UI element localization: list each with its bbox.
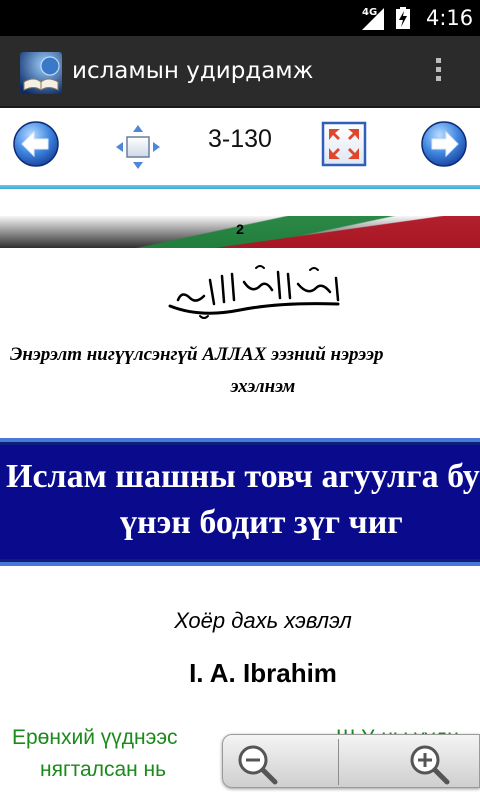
author-name: I. A. Ibrahim [189, 658, 337, 688]
zoom-controls [222, 734, 480, 788]
toolbar-divider [0, 185, 480, 189]
clock: 4:16 [426, 6, 474, 30]
fullscreen-icon[interactable] [320, 120, 368, 168]
zoom-in-button[interactable] [343, 738, 475, 786]
book-title-banner: Ислам шашны товч агуулга буюу үнэн бодит… [0, 438, 480, 566]
overflow-menu-icon[interactable] [430, 54, 446, 90]
left-column-line1: Ерөнхий үүднээс [12, 726, 178, 749]
basmala-translation-line2: эхэлнэм [230, 376, 296, 397]
basmala-translation-line1: Энэрэлт нигүүлсэнгүй АЛЛАХ ээзний нэрээр [10, 344, 384, 365]
page-number: 2 [236, 221, 244, 237]
next-arrow-icon[interactable] [420, 120, 468, 168]
page-indicator: 3-130 [208, 125, 272, 153]
zoom-out-icon [238, 745, 278, 785]
battery-charging-icon [396, 7, 410, 29]
signal-icon [362, 8, 384, 30]
page-header-band: 2 [0, 216, 480, 248]
zoom-in-icon [410, 745, 450, 785]
basmala-calligraphy-icon [168, 265, 340, 319]
document-view[interactable]: 2 Энэрэлт нигүүлсэнгүй АЛЛАХ ээзний нэрэ… [0, 192, 480, 800]
app-title: исламын удирдамж [72, 58, 314, 84]
fit-page-icon[interactable] [113, 122, 163, 172]
left-column-line2: нягталсан нь [40, 758, 167, 781]
book-title-line1: Ислам шашны товч агуулга буюу [6, 458, 480, 495]
app-book-globe-icon[interactable] [20, 52, 62, 94]
previous-arrow-icon[interactable] [12, 120, 60, 168]
reader-toolbar: 3-130 [0, 108, 480, 189]
zoom-out-button[interactable] [227, 738, 335, 786]
edition-label: Хоёр дахь хэвлэл [174, 608, 352, 633]
status-bar: 4G 4:16 [0, 0, 480, 36]
action-bar: исламын удирдамж [0, 36, 480, 108]
book-title-line2: үнэн бодит зүг чиг [120, 504, 403, 541]
